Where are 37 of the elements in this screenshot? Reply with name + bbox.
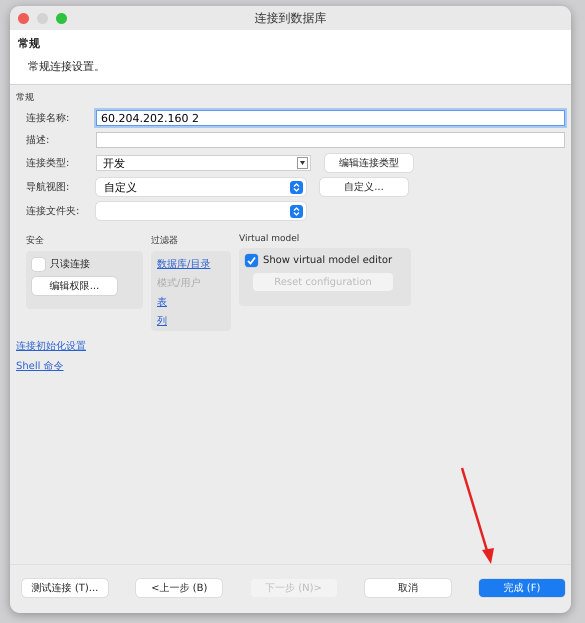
close-button[interactable] xyxy=(18,12,29,24)
page-title: 常规 xyxy=(18,36,41,51)
checkbox-label: Show virtual model editor xyxy=(263,255,392,266)
filter-link[interactable]: 数据库/目录 xyxy=(157,257,217,271)
filter-link[interactable]: 列 xyxy=(157,314,217,328)
checkbox[interactable] xyxy=(245,254,258,267)
group-label: 安全 xyxy=(26,234,45,247)
field-label: 连接类型: xyxy=(26,156,70,170)
zoom-button[interactable] xyxy=(56,12,67,24)
filter-link[interactable]: 表 xyxy=(157,295,217,309)
group-label: 常规 xyxy=(16,92,35,104)
settings-link[interactable]: 连接初始化设置 xyxy=(16,339,86,353)
text-field[interactable]: 60.204.202.160 2 xyxy=(96,110,565,126)
group-label: 过滤器 xyxy=(151,234,179,247)
field-label: 描述: xyxy=(26,134,50,147)
group-label: Virtual model xyxy=(239,234,300,244)
customize-button[interactable]: 自定义... xyxy=(320,178,408,196)
edit-permissions-button[interactable]: 编辑权限... xyxy=(32,277,117,295)
field-label: 导航视图: xyxy=(26,180,70,194)
wizard-button[interactable]: 完成 (F) xyxy=(479,579,565,597)
chevron-updown-icon xyxy=(290,204,303,218)
field-label: 连接名称: xyxy=(26,112,70,125)
text-field[interactable] xyxy=(96,132,565,148)
checkbox[interactable] xyxy=(32,258,45,270)
wizard-button[interactable]: 取消 xyxy=(364,579,451,597)
select-field[interactable] xyxy=(96,202,306,220)
window-title: 连接到数据库 xyxy=(254,10,326,26)
settings-link[interactable]: Shell 命令 xyxy=(16,359,64,373)
dropdown-field[interactable]: 开发 xyxy=(96,155,311,171)
wizard-button[interactable]: 测试连接 (T)... xyxy=(22,579,108,597)
checkbox-label: 只读连接 xyxy=(50,258,90,271)
edit-type-button[interactable]: 编辑连接类型 xyxy=(325,154,413,172)
wizard-button[interactable]: <上一步 (B) xyxy=(136,579,222,597)
page-description: 常规连接设置。 xyxy=(27,59,106,74)
select-field[interactable]: 自定义 xyxy=(96,178,306,196)
field-label: 连接文件夹: xyxy=(26,204,80,218)
chevron-updown-icon xyxy=(290,180,303,194)
